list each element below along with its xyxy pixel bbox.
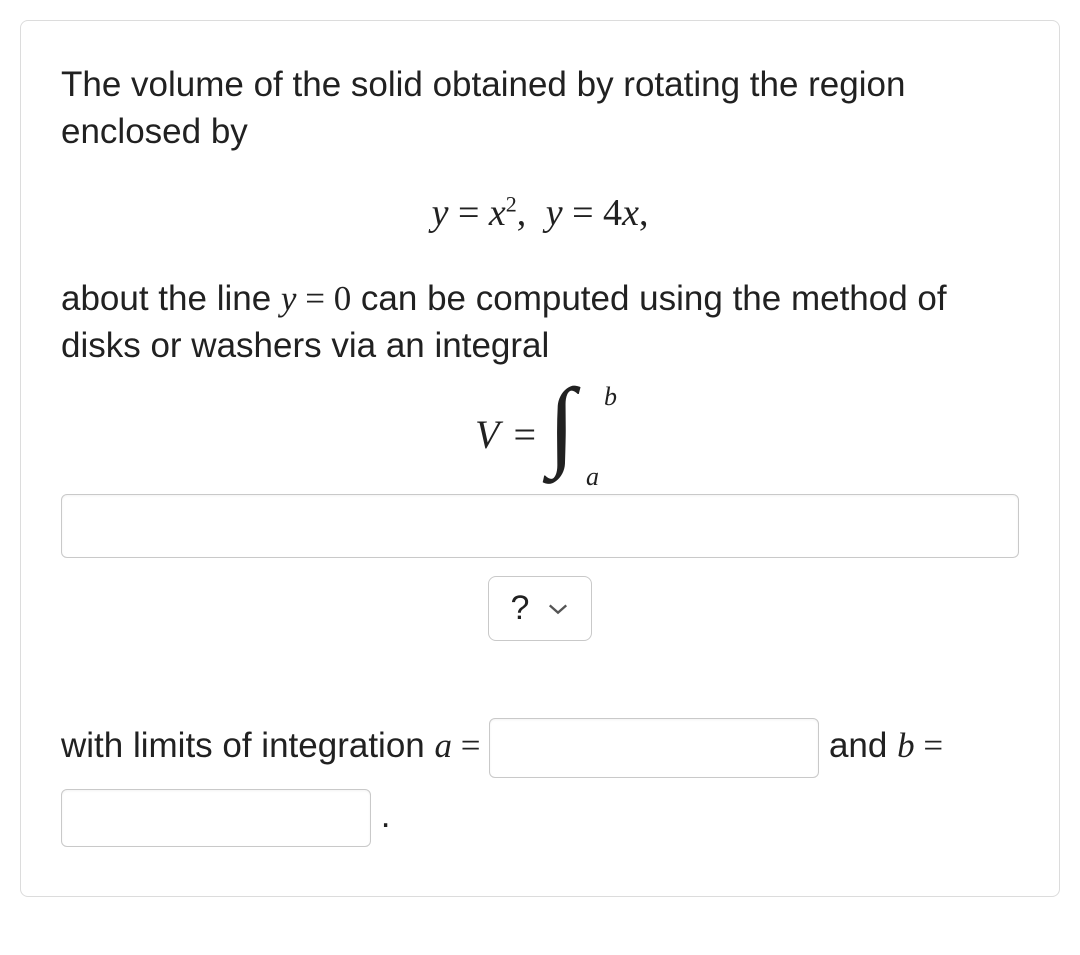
integral-V: V bbox=[475, 415, 499, 455]
variable-select-row: ? bbox=[61, 576, 1019, 641]
integral-expression: V = ∫ b a bbox=[61, 390, 1019, 480]
limits-line: with limits of integration a = and b = . bbox=[61, 711, 1019, 851]
intro2-eq: = 0 bbox=[296, 279, 351, 318]
integral-eq: = bbox=[513, 415, 536, 455]
integral-symbol: ∫ b a bbox=[550, 390, 605, 480]
limits-a-var: a bbox=[434, 726, 452, 765]
math-trailing-comma: , bbox=[639, 192, 649, 234]
math-comma: , bbox=[517, 192, 536, 234]
math-eq1: = bbox=[448, 192, 488, 234]
integral-upper-limit: b bbox=[604, 384, 617, 410]
integral-icon: ∫ bbox=[548, 374, 575, 474]
limit-a-input[interactable] bbox=[489, 718, 819, 778]
math-eq2: = 4 bbox=[563, 192, 622, 234]
limits-and: and bbox=[829, 726, 897, 765]
problem-card: The volume of the solid obtained by rota… bbox=[20, 20, 1060, 897]
limit-b-input[interactable] bbox=[61, 789, 371, 847]
intro2-y: y bbox=[281, 279, 297, 318]
chevron-down-icon bbox=[547, 602, 569, 616]
math-squared: 2 bbox=[506, 191, 517, 216]
math-x: x bbox=[489, 192, 506, 234]
prompt-intro-2: about the line y = 0 can be computed usi… bbox=[61, 275, 1019, 370]
limits-b-eq: = bbox=[915, 726, 944, 765]
math-y: y bbox=[432, 192, 449, 234]
limits-period: . bbox=[381, 796, 391, 835]
prompt-intro-1: The volume of the solid obtained by rota… bbox=[61, 61, 1019, 156]
integrand-input[interactable] bbox=[61, 494, 1019, 558]
limits-b-var: b bbox=[897, 726, 915, 765]
variable-select[interactable]: ? bbox=[488, 576, 593, 641]
math-x2: x bbox=[622, 192, 639, 234]
variable-select-label: ? bbox=[511, 589, 530, 628]
equations-display: y = x2, y = 4x, bbox=[61, 191, 1019, 235]
integral-lower-limit: a bbox=[586, 464, 599, 490]
limits-a-eq: = bbox=[452, 726, 489, 765]
math-y2: y bbox=[546, 192, 563, 234]
intro2-pre: about the line bbox=[61, 279, 281, 318]
limits-pre: with limits of integration bbox=[61, 726, 434, 765]
